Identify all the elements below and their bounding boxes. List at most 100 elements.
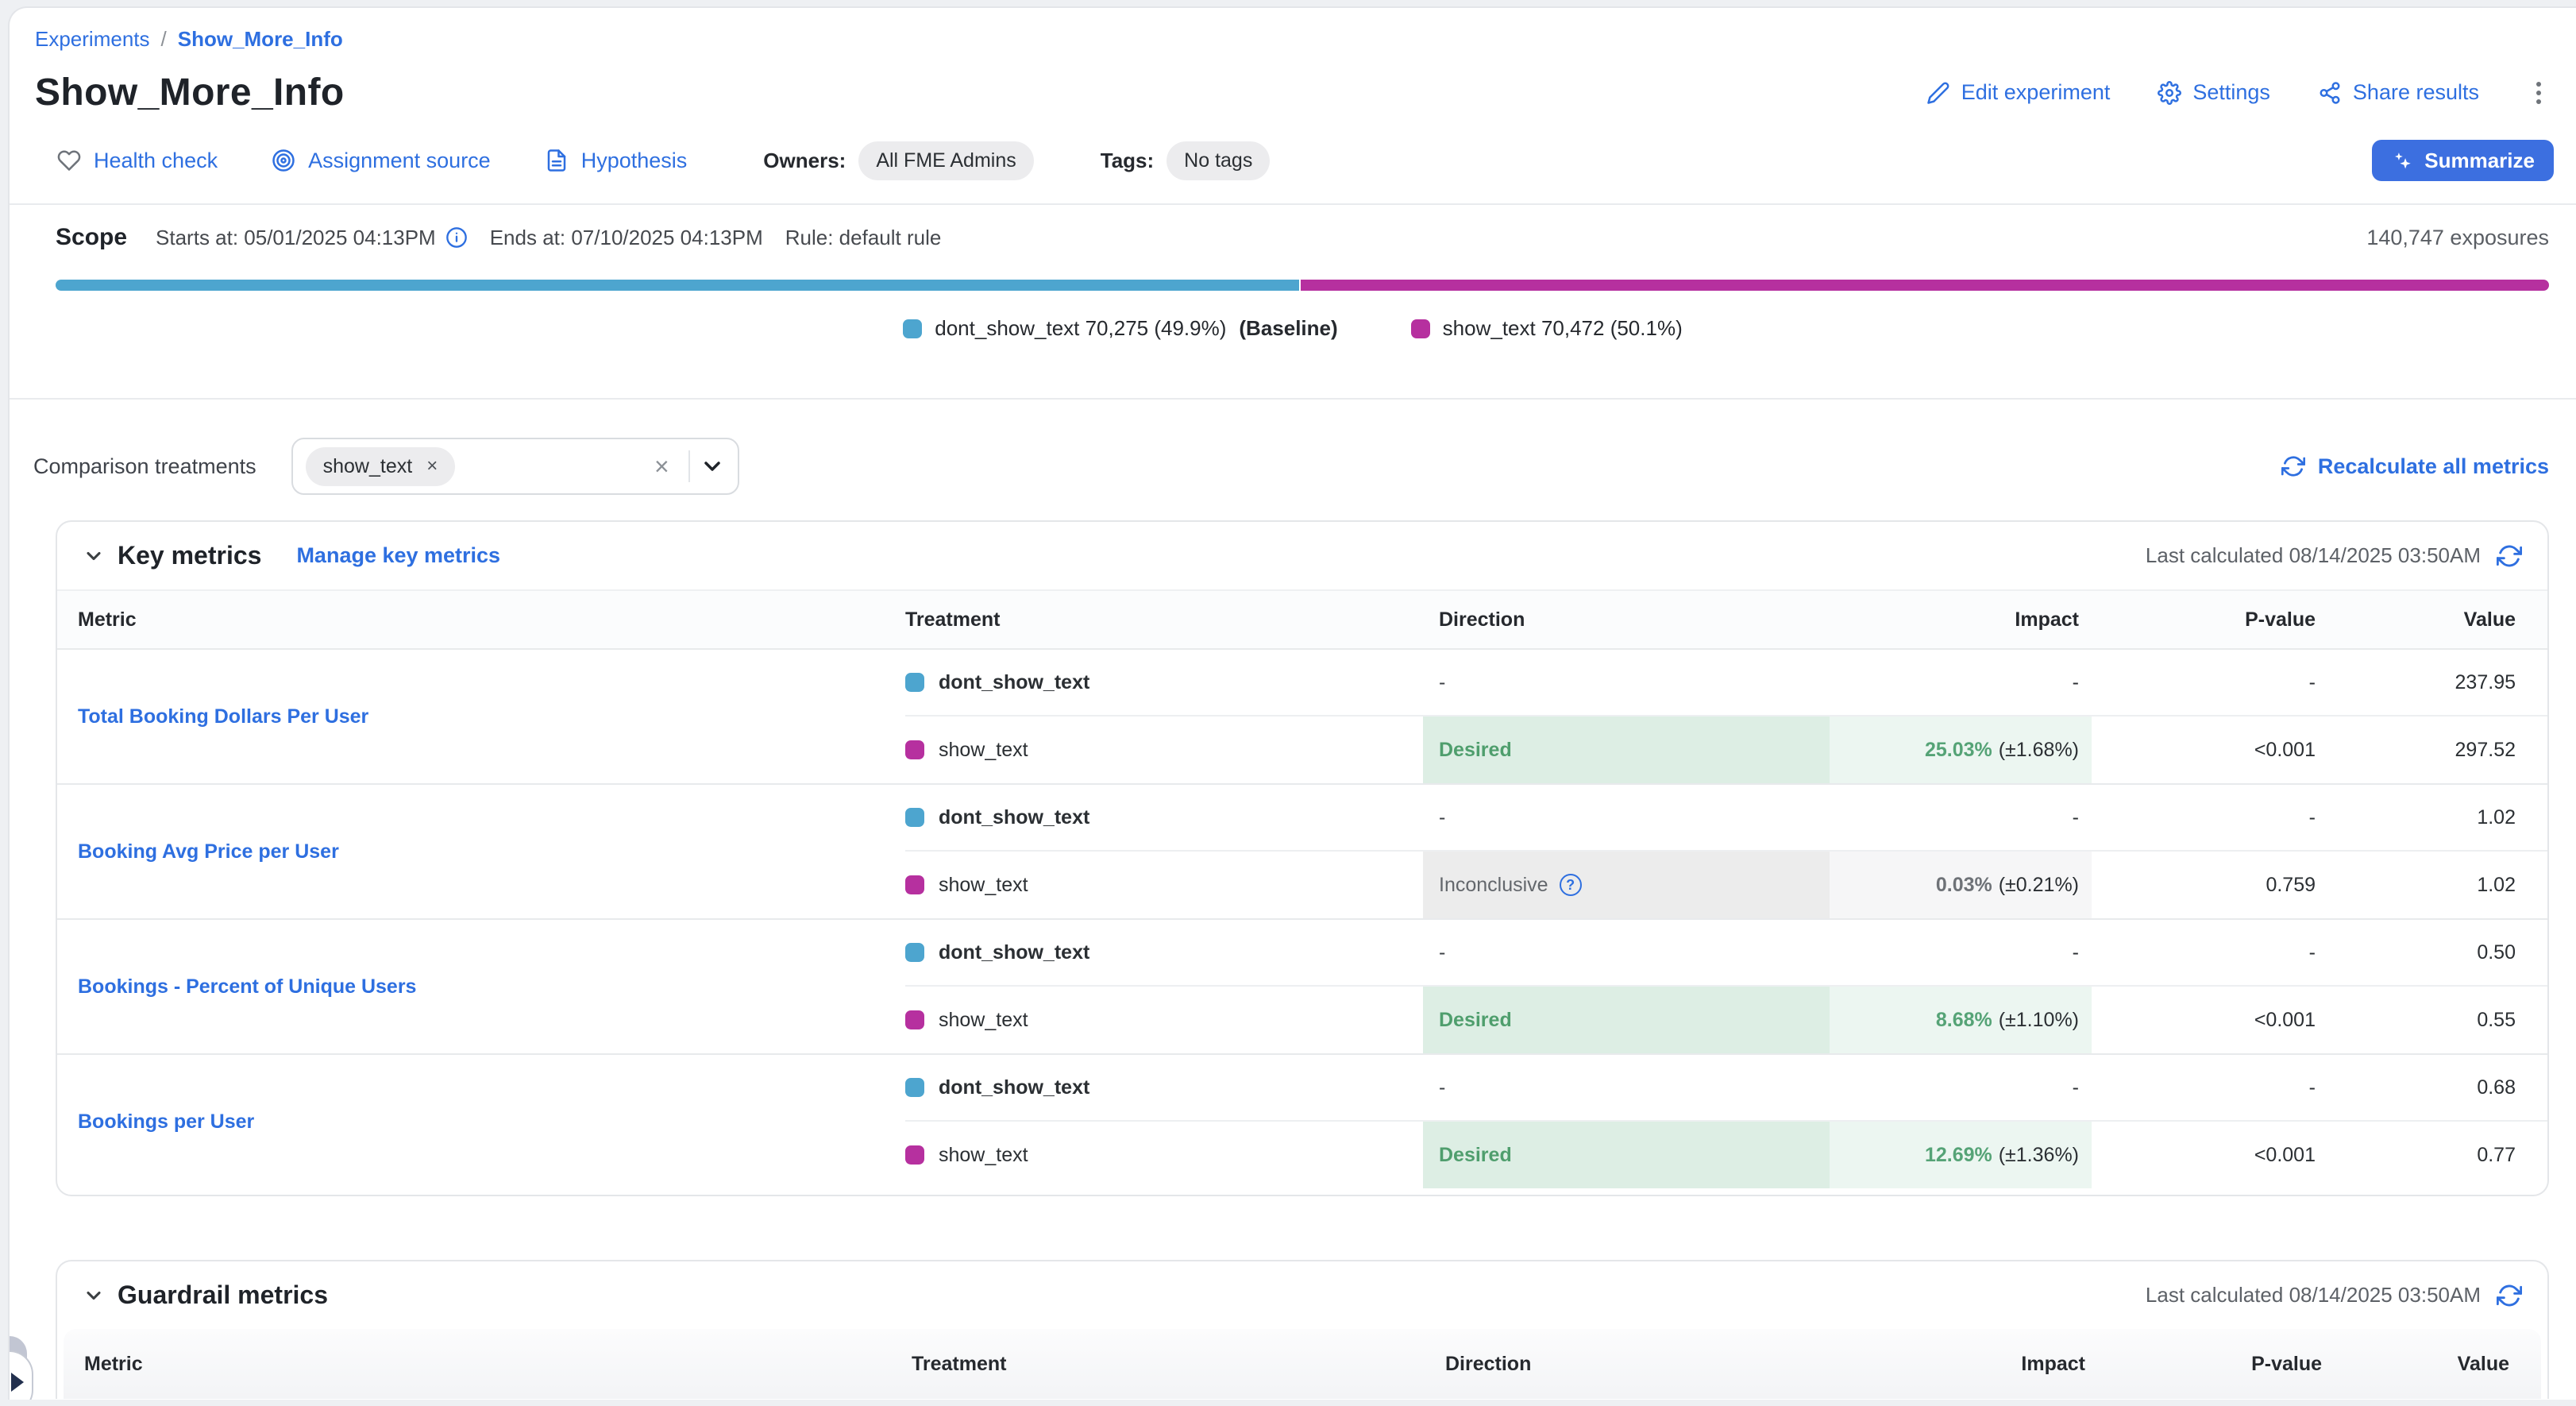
column-header-metric: Metric (57, 608, 905, 632)
summarize-button[interactable]: Summarize (2372, 140, 2554, 181)
key-metrics-card: Key metrics Manage key metrics Last calc… (56, 520, 2549, 1196)
column-header-value: Value (2331, 608, 2547, 632)
column-header-impact: Impact (1836, 1353, 2098, 1376)
impact-value: - (2073, 1076, 2079, 1099)
tags-label: Tags: (1101, 149, 1154, 173)
expand-sidebar-button[interactable] (10, 1350, 33, 1400)
column-header-metric: Metric (64, 1353, 912, 1376)
owners-chip[interactable]: All FME Admins (858, 141, 1033, 180)
collapse-chevron-icon[interactable] (83, 1284, 105, 1307)
manage-key-metrics-link[interactable]: Manage key metrics (296, 543, 500, 568)
target-icon (272, 149, 295, 172)
refresh-icon[interactable] (2497, 1283, 2522, 1308)
tags-chip[interactable]: No tags (1167, 141, 1270, 180)
metric-link[interactable]: Bookings per User (78, 1111, 254, 1134)
metric-link[interactable]: Bookings - Percent of Unique Users (78, 975, 416, 998)
health-check-label: Health check (94, 149, 218, 173)
comparison-treatments-select[interactable]: show_text × × (291, 438, 739, 495)
baseline-treatment-row: dont_show_text - - - 237.95 (905, 650, 2547, 717)
impact-confidence-interval: (±1.10%) (1999, 1009, 2079, 1032)
recalculate-all-metrics-button[interactable]: Recalculate all metrics (2281, 454, 2549, 479)
info-icon[interactable] (445, 226, 468, 249)
column-header-direction: Direction (1423, 608, 1830, 632)
metric-group: Bookings - Percent of Unique Users dont_… (57, 918, 2547, 1053)
pvalue-value: <0.001 (2092, 987, 2331, 1053)
baseline-swatch (903, 319, 922, 338)
guardrail-table-header: Metric Treatment Direction Impact P-valu… (64, 1329, 2541, 1399)
impact-value: - (2073, 806, 2079, 829)
breadcrumb-current-link[interactable]: Show_More_Info (178, 27, 343, 52)
impact-confidence-interval: (±1.68%) (1999, 739, 2079, 762)
exposures-count: 140,747 exposures (2366, 226, 2549, 250)
share-results-button[interactable]: Share results (2318, 80, 2479, 105)
assignment-source-link[interactable]: Assignment source (272, 149, 491, 173)
column-header-treatment: Treatment (912, 1353, 1429, 1376)
pvalue-value: - (2092, 650, 2331, 715)
treatment-name: dont_show_text (939, 1076, 1089, 1099)
pvalue-value: <0.001 (2092, 1122, 2331, 1188)
breadcrumb-experiments-link[interactable]: Experiments (35, 27, 150, 52)
share-icon (2318, 81, 2342, 105)
metric-value: 1.02 (2331, 852, 2547, 918)
treatment-chip-label: show_text (323, 455, 413, 478)
legend-variant-label: show_text 70,472 (50.1%) (1443, 316, 1683, 341)
metric-group: Booking Avg Price per User dont_show_tex… (57, 783, 2547, 918)
assignment-source-label: Assignment source (308, 149, 491, 173)
more-options-icon[interactable] (2527, 75, 2551, 110)
chevron-down-icon[interactable] (700, 454, 725, 479)
scope-starts-at: Starts at: 05/01/2025 04:13PM (156, 226, 468, 250)
direction-value: Desired (1439, 1144, 1512, 1167)
metric-value: 0.68 (2331, 1055, 2547, 1120)
legend-baseline-suffix: (Baseline) (1239, 316, 1337, 341)
scope-divider (10, 398, 2576, 400)
baseline-swatch (905, 673, 924, 692)
comparison-treatment-row: show_text Desired 25.03%(±1.68%) <0.001 … (905, 717, 2547, 783)
variant-swatch (905, 875, 924, 894)
refresh-icon[interactable] (2497, 543, 2522, 569)
treatment-name: show_text (939, 739, 1028, 762)
metric-group: Total Booking Dollars Per User dont_show… (57, 650, 2547, 783)
breadcrumb: Experiments / Show_More_Info (10, 8, 2576, 52)
comparison-treatments-label: Comparison treatments (33, 454, 256, 479)
treatment-chip[interactable]: show_text × (306, 447, 456, 486)
metric-value: 0.77 (2331, 1122, 2547, 1188)
baseline-swatch (905, 943, 924, 962)
summarize-label: Summarize (2424, 149, 2535, 173)
pvalue-value: <0.001 (2092, 717, 2331, 783)
arrow-right-icon (11, 1373, 24, 1392)
treatment-name: dont_show_text (939, 941, 1089, 964)
direction-value: Desired (1439, 739, 1512, 762)
column-header-pvalue: P-value (2092, 608, 2331, 632)
pvalue-value: - (2092, 785, 2331, 850)
scope-title: Scope (56, 224, 127, 251)
gear-icon (2158, 81, 2181, 105)
impact-value: - (2073, 671, 2079, 694)
treatment-name: dont_show_text (939, 806, 1089, 829)
bar-segment-baseline (56, 280, 1299, 291)
chip-remove-icon[interactable]: × (426, 457, 438, 476)
settings-label: Settings (2192, 80, 2270, 105)
bar-segment-variant (1301, 280, 2549, 291)
pvalue-value: 0.759 (2092, 852, 2331, 918)
variant-swatch (1411, 319, 1430, 338)
metric-link[interactable]: Booking Avg Price per User (78, 840, 339, 863)
help-icon[interactable]: ? (1560, 874, 1582, 896)
sparkle-icon (2391, 149, 2413, 172)
document-icon (545, 149, 569, 172)
variant-swatch (905, 1010, 924, 1029)
impact-value: - (2073, 941, 2079, 964)
metric-link[interactable]: Total Booking Dollars Per User (78, 705, 368, 728)
collapse-chevron-icon[interactable] (83, 545, 105, 567)
direction-value: Desired (1439, 1009, 1512, 1032)
settings-button[interactable]: Settings (2158, 80, 2270, 105)
baseline-swatch (905, 808, 924, 827)
hypothesis-link[interactable]: Hypothesis (545, 149, 688, 173)
baseline-swatch (905, 1078, 924, 1097)
select-divider (688, 450, 690, 482)
edit-experiment-button[interactable]: Edit experiment (1926, 80, 2111, 105)
direction-value: - (1439, 806, 1445, 829)
pencil-icon (1926, 81, 1950, 105)
health-check-link[interactable]: Health check (57, 149, 218, 173)
select-clear-icon[interactable]: × (645, 454, 679, 479)
guardrail-metrics-card: Guardrail metrics Last calculated 08/14/… (56, 1260, 2549, 1399)
